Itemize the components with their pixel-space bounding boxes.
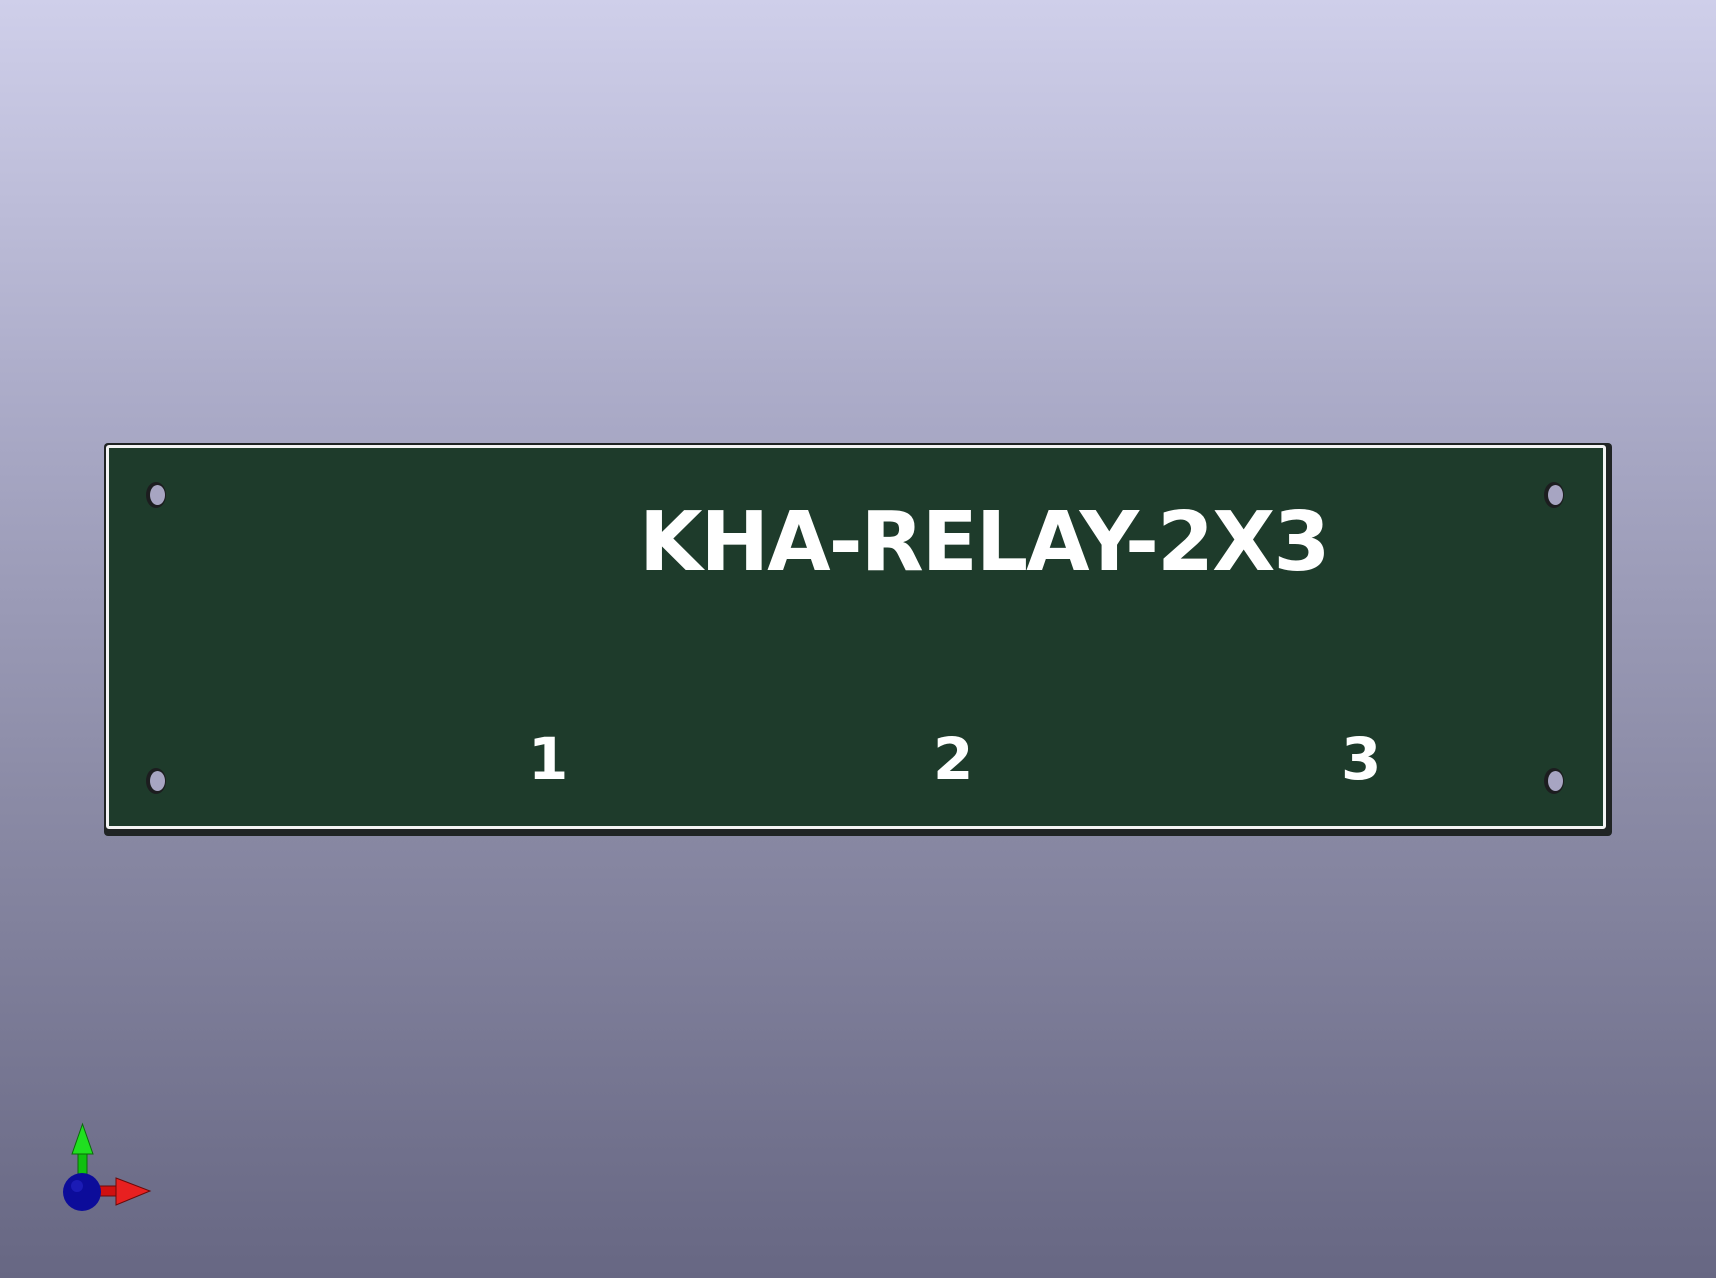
board-silkscreen-title: KHA-RELAY-2X3 — [639, 495, 1330, 590]
mounting-hole-top-right — [1544, 482, 1564, 508]
pin-label-2: 2 — [933, 725, 974, 793]
x-axis-arrow — [93, 1177, 152, 1206]
mounting-hole-bottom-left — [146, 768, 166, 794]
pin-label-1: 1 — [528, 725, 569, 793]
mounting-hole-bottom-right — [1544, 768, 1564, 794]
z-axis-origin — [63, 1173, 101, 1211]
mounting-hole-top-left — [146, 482, 166, 508]
pin-label-3: 3 — [1341, 725, 1382, 793]
3d-viewport[interactable]: KHA-RELAY-2X3 1 2 3 — [0, 0, 1716, 1278]
axis-orientation-icon — [63, 1122, 152, 1211]
pcb-board[interactable]: KHA-RELAY-2X3 1 2 3 — [106, 445, 1606, 829]
